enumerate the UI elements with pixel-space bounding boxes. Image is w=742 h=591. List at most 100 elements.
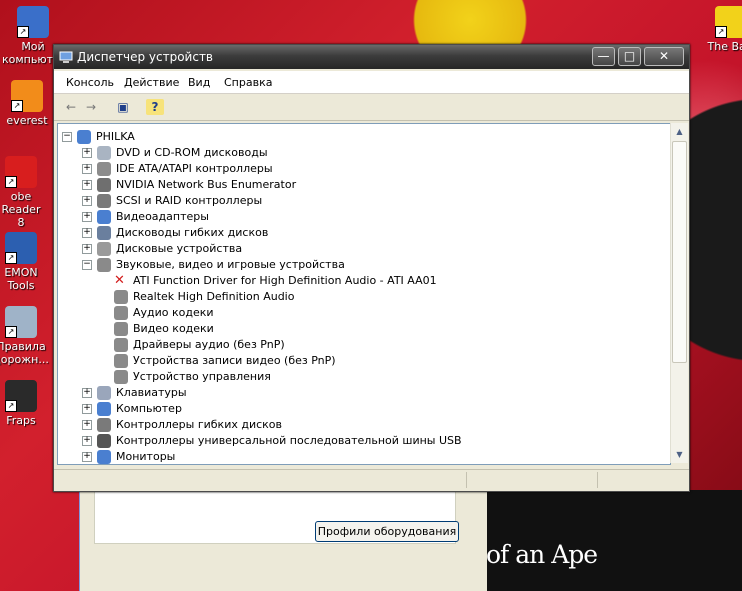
tree-row[interactable]: Драйверы аудио (без PnP) bbox=[58, 337, 658, 353]
tree-row[interactable]: + Контроллеры гибких дисков bbox=[58, 417, 658, 433]
daemon-tools-icon: ↗ bbox=[5, 232, 37, 264]
window-title: Диспетчер устройств bbox=[77, 50, 214, 64]
scroll-down-icon[interactable]: ▼ bbox=[672, 447, 687, 462]
tree-row-label: Аудио кодеки bbox=[133, 306, 214, 319]
sound-device-icon bbox=[114, 338, 128, 352]
shortcut-arrow-icon: ↗ bbox=[5, 326, 17, 338]
tree-row[interactable]: − PHILKA bbox=[58, 129, 658, 145]
my-computer-icon: ↗ bbox=[17, 6, 49, 38]
menu-console[interactable]: Консоль bbox=[66, 76, 114, 89]
tree-row-label: Звуковые, видео и игровые устройства bbox=[116, 258, 345, 271]
desktop-icon-label: EMON Tools bbox=[4, 266, 38, 292]
tree-row-label: IDE ATA/ATAPI контроллеры bbox=[116, 162, 273, 175]
tree-row-label: Компьютер bbox=[116, 402, 182, 415]
expand-icon[interactable]: + bbox=[82, 404, 92, 414]
desktop-icon-label: everest bbox=[6, 114, 48, 127]
tree-row-label: Видео кодеки bbox=[133, 322, 214, 335]
sound-device-icon bbox=[114, 354, 128, 368]
vertical-scrollbar[interactable]: ▲ ▼ bbox=[670, 123, 688, 463]
tree-row[interactable]: Realtek High Definition Audio bbox=[58, 289, 658, 305]
minimize-button[interactable]: — bbox=[592, 47, 615, 66]
expand-icon[interactable]: + bbox=[82, 420, 92, 430]
expand-icon[interactable]: + bbox=[82, 196, 92, 206]
expand-icon[interactable]: + bbox=[82, 388, 92, 398]
tree-row[interactable]: ✕ ATI Function Driver for High Definition… bbox=[58, 273, 658, 289]
shortcut-arrow-icon: ↗ bbox=[5, 176, 17, 188]
cd-icon: ↗ bbox=[5, 306, 37, 338]
sound-device-icon bbox=[114, 306, 128, 320]
maximize-button[interactable]: □ bbox=[618, 47, 641, 66]
forward-arrow-icon[interactable]: → bbox=[82, 99, 100, 115]
tree-row[interactable]: + Мониторы bbox=[58, 449, 658, 464]
desktop-icon[interactable]: ↗ The Bat! bbox=[700, 6, 742, 53]
menu-action[interactable]: Действие bbox=[124, 76, 179, 89]
expand-icon[interactable]: + bbox=[82, 228, 92, 238]
menu-bar: Консоль Действие Вид Справка bbox=[54, 71, 689, 94]
sound-device-icon bbox=[114, 290, 128, 304]
desktop-icon[interactable]: ↗ Правила дорожн... bbox=[0, 306, 52, 366]
tree-row[interactable]: + DVD и CD-ROM дисководы bbox=[58, 145, 658, 161]
shortcut-arrow-icon: ↗ bbox=[5, 400, 17, 412]
expand-icon[interactable]: + bbox=[82, 212, 92, 222]
menu-help[interactable]: Справка bbox=[224, 76, 272, 89]
properties-help-icon[interactable]: ? bbox=[146, 99, 164, 115]
sound-device-icon bbox=[114, 370, 128, 384]
desktop-icon[interactable]: ↗ everest bbox=[0, 80, 58, 127]
close-button[interactable]: ✕ bbox=[644, 47, 684, 66]
scroll-thumb[interactable] bbox=[672, 141, 687, 363]
tree-row-label: Дисковые устройства bbox=[116, 242, 243, 255]
tree-row[interactable]: − Звуковые, видео и игровые устройства bbox=[58, 257, 658, 273]
expand-icon[interactable]: + bbox=[82, 180, 92, 190]
tree-row-label: Устройство управления bbox=[133, 370, 271, 383]
tree-row-label: Мониторы bbox=[116, 450, 176, 463]
tree-row[interactable]: + Компьютер bbox=[58, 401, 658, 417]
tree-row[interactable]: + NVIDIA Network Bus Enumerator bbox=[58, 177, 658, 193]
desktop-icon[interactable]: ↗ obe Reader 8 bbox=[0, 156, 52, 229]
expand-icon[interactable]: + bbox=[82, 436, 92, 446]
tree-row[interactable]: Видео кодеки bbox=[58, 321, 658, 337]
expand-icon[interactable]: + bbox=[82, 452, 92, 462]
console-tree-icon[interactable]: ▣ bbox=[114, 99, 132, 115]
floppy-controller-icon bbox=[97, 418, 111, 432]
tree-row[interactable]: + IDE ATA/ATAPI контроллеры bbox=[58, 161, 658, 177]
menu-view[interactable]: Вид bbox=[188, 76, 210, 89]
floppy-drive-icon bbox=[97, 226, 111, 240]
shortcut-arrow-icon: ↗ bbox=[5, 252, 17, 264]
tree-row-label: Видеоадаптеры bbox=[116, 210, 209, 223]
fraps-icon: ↗ bbox=[5, 380, 37, 412]
back-arrow-icon[interactable]: ← bbox=[62, 99, 80, 115]
sound-device-icon bbox=[97, 258, 111, 272]
status-segment bbox=[54, 472, 467, 488]
tree-row[interactable]: + Видеоадаптеры bbox=[58, 209, 658, 225]
tree-row[interactable]: Аудио кодеки bbox=[58, 305, 658, 321]
shortcut-arrow-icon: ↗ bbox=[715, 26, 727, 38]
title-bar[interactable]: Диспетчер устройств — □ ✕ bbox=[54, 45, 689, 69]
tree-row[interactable]: Устройства записи видео (без PnP) bbox=[58, 353, 658, 369]
desktop-icon[interactable]: ↗ Fraps bbox=[0, 380, 52, 427]
tree-row[interactable]: + Контроллеры универсальной последователь… bbox=[58, 433, 658, 449]
tree-row[interactable]: + Дисковые устройства bbox=[58, 241, 658, 257]
device-manager-icon bbox=[59, 51, 73, 63]
tree-row[interactable]: + SCSI и RAID контроллеры bbox=[58, 193, 658, 209]
toolbar: ← → ▣ ? bbox=[54, 95, 689, 121]
computer-icon bbox=[97, 402, 111, 416]
tree-row[interactable]: Устройство управления bbox=[58, 369, 658, 385]
tree-row-label: PHILKA bbox=[96, 130, 135, 143]
expand-icon[interactable]: + bbox=[82, 244, 92, 254]
tree-row-label: Контроллеры универсальной последовательн… bbox=[116, 434, 462, 447]
device-tree[interactable]: − PHILKA + DVD и CD-ROM дисководы + IDE ATA/A… bbox=[57, 123, 671, 465]
desktop-icon[interactable]: ↗ EMON Tools bbox=[0, 232, 52, 292]
monitor-icon bbox=[97, 450, 111, 464]
collapse-icon[interactable]: − bbox=[62, 132, 72, 142]
tree-row[interactable]: + Клавиатуры bbox=[58, 385, 658, 401]
shortcut-arrow-icon: ↗ bbox=[11, 100, 23, 112]
hardware-profiles-button[interactable]: Профили оборудования bbox=[315, 521, 459, 542]
expand-icon[interactable]: + bbox=[82, 148, 92, 158]
collapse-icon[interactable]: − bbox=[82, 260, 92, 270]
tree-row[interactable]: + Дисководы гибких дисков bbox=[58, 225, 658, 241]
shortcut-arrow-icon: ↗ bbox=[17, 26, 29, 38]
scroll-up-icon[interactable]: ▲ bbox=[672, 124, 687, 139]
expand-icon[interactable]: + bbox=[82, 164, 92, 174]
tree-row-label: ATI Function Driver for High Definition … bbox=[133, 274, 437, 287]
desktop-icon-label: The Bat! bbox=[707, 40, 742, 53]
